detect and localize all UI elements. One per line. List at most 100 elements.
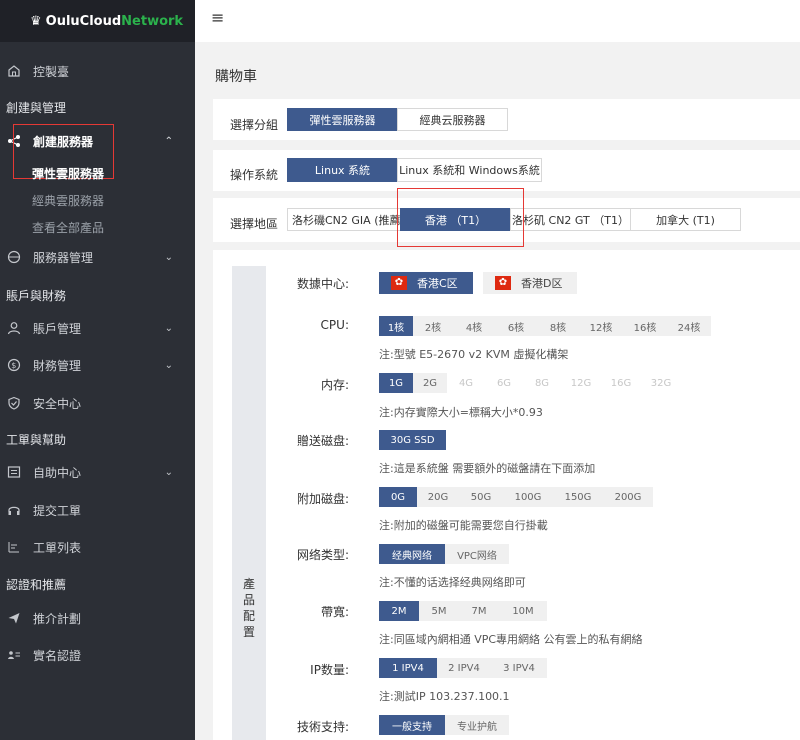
- menu-icon[interactable]: ≡: [211, 8, 224, 27]
- sidebar-item-label: 安全中心: [33, 396, 82, 411]
- list-icon: [7, 540, 21, 554]
- group-label: 選擇分組: [230, 118, 279, 132]
- memory-option: 6G: [485, 373, 523, 393]
- os-card: 操作系統 Linux 系統 Linux 系統和 Windows系統: [213, 150, 800, 191]
- bandwidth-option[interactable]: 10M: [499, 601, 547, 621]
- datacenter-option-label: 香港C区: [417, 277, 458, 290]
- sidebar-item-label: 控製臺: [33, 64, 70, 79]
- config-panel: 產品配置 数據中心: ✿ 香港C区 ✿ 香港D区 CPU: 1核 2核 4核 6…: [213, 250, 800, 740]
- region-option-la-gia[interactable]: 洛杉磯CN2 GIA (推薦): [287, 208, 401, 231]
- bandwidth-option[interactable]: 2M: [379, 601, 419, 621]
- hongkong-flag-icon: ✿: [495, 276, 511, 290]
- gift-disk-note: 注:這是系統盤 需要額外的磁盤請在下面添加: [379, 462, 596, 475]
- memory-option: 32G: [641, 373, 681, 393]
- extra-disk-note: 注:附加的磁盤可能需要您自行掛載: [379, 519, 548, 532]
- datacenter-option-c[interactable]: ✿ 香港C区: [379, 272, 473, 294]
- bandwidth-label: 帶寬:: [320, 605, 349, 619]
- hongkong-flag-icon: ✿: [391, 276, 407, 290]
- sidebar-item-label: 自助中心: [33, 465, 82, 480]
- crown-icon: ♛: [30, 13, 42, 29]
- memory-note: 注:内存實際大小=標稱大小*0.93: [379, 406, 543, 419]
- group-option-classic[interactable]: 經典云服務器: [397, 108, 508, 131]
- chevron-down-icon: ⌄: [164, 322, 173, 334]
- brand-logo[interactable]: ♛ OuluCloud Network: [0, 0, 195, 42]
- sidebar-subitem-all[interactable]: 查看全部產品: [32, 219, 104, 236]
- logo-text-green: Network: [121, 13, 184, 29]
- extra-disk-option[interactable]: 150G: [553, 487, 603, 507]
- cpu-option[interactable]: 6核: [495, 316, 537, 336]
- sidebar-item-label: 服務器管理: [33, 250, 94, 265]
- ip-note: 注:測試IP 103.237.100.1: [379, 690, 510, 703]
- group-option-elastic[interactable]: 彈性雲服務器: [287, 108, 398, 131]
- datacenter-option-d[interactable]: ✿ 香港D区: [483, 272, 577, 294]
- support-option[interactable]: 一般支持: [379, 715, 445, 735]
- sidebar-item-security[interactable]: 安全中心: [0, 394, 195, 412]
- memory-option[interactable]: 2G: [413, 373, 447, 393]
- cpu-option[interactable]: 1核: [379, 316, 413, 336]
- ip-option[interactable]: 2 IPV4: [437, 658, 491, 678]
- memory-option: 12G: [561, 373, 601, 393]
- globe-icon: [7, 250, 21, 264]
- memory-selector: 1G 2G 4G 6G 8G 12G 16G 32G: [379, 373, 681, 393]
- extra-disk-option[interactable]: 50G: [459, 487, 503, 507]
- chevron-up-icon: ⌃: [164, 135, 173, 147]
- sidebar-item-server-mgmt[interactable]: 服務器管理 ⌄: [0, 248, 195, 266]
- sidebar-section-account: 賬戶與財務: [6, 289, 67, 303]
- cpu-option[interactable]: 24核: [667, 316, 711, 336]
- net-type-selector: 经典网络 VPC网络: [379, 544, 509, 564]
- support-selector: 一般支持 专业护航: [379, 715, 509, 735]
- sidebar-item-finance-mgmt[interactable]: $ 財務管理 ⌄: [0, 356, 195, 374]
- memory-option[interactable]: 1G: [379, 373, 413, 393]
- sidebar-subitem-elastic[interactable]: 彈性雲服務器: [32, 165, 104, 182]
- region-option-la-gt[interactable]: 洛杉矶 CN2 GT （T1）: [510, 208, 631, 231]
- memory-option: 8G: [523, 373, 561, 393]
- support-label: 技術支持:: [296, 720, 349, 734]
- net-type-option[interactable]: VPC网络: [445, 544, 509, 564]
- extra-disk-option[interactable]: 20G: [417, 487, 459, 507]
- ip-option[interactable]: 1 IPV4: [379, 658, 437, 678]
- home-icon: [7, 64, 21, 78]
- bandwidth-option[interactable]: 7M: [459, 601, 499, 621]
- memory-label: 内存:: [320, 378, 349, 392]
- memory-option: 4G: [447, 373, 485, 393]
- net-type-option[interactable]: 经典网络: [379, 544, 445, 564]
- sidebar-item-self-help[interactable]: 自助中心 ⌄: [0, 463, 195, 481]
- cpu-option[interactable]: 2核: [413, 316, 453, 336]
- sidebar-item-ticket-list[interactable]: 工單列表: [0, 538, 195, 556]
- main-content: 購物車 選擇分組 彈性雲服務器 經典云服務器 操作系統 Linux 系統 Lin…: [195, 42, 800, 740]
- sidebar-section-verify: 認證和推薦: [6, 578, 67, 592]
- sidebar-item-realname[interactable]: 實名認證: [0, 646, 195, 664]
- shield-icon: [7, 396, 21, 410]
- cpu-option[interactable]: 8核: [537, 316, 579, 336]
- logo-text-white: OuluCloud: [45, 13, 122, 29]
- chevron-down-icon: ⌄: [164, 251, 173, 263]
- cpu-option[interactable]: 12核: [579, 316, 623, 336]
- topbar: ≡: [195, 0, 800, 42]
- ip-option[interactable]: 3 IPV4: [491, 658, 547, 678]
- user-icon: [7, 321, 21, 335]
- sidebar-item-account-mgmt[interactable]: 賬戶管理 ⌄: [0, 319, 195, 337]
- sidebar-section-ticket: 工單與幫助: [6, 433, 67, 447]
- sidebar-subitem-classic[interactable]: 經典雲服務器: [32, 192, 104, 209]
- sidebar-item-label: 推介計劃: [33, 611, 82, 626]
- extra-disk-option[interactable]: 100G: [503, 487, 553, 507]
- extra-disk-option[interactable]: 200G: [603, 487, 653, 507]
- sidebar-item-submit-ticket[interactable]: 提交工單: [0, 501, 195, 519]
- extra-disk-option[interactable]: 0G: [379, 487, 417, 507]
- support-option[interactable]: 专业护航: [445, 715, 509, 735]
- cpu-option[interactable]: 16核: [623, 316, 667, 336]
- sidebar-section-create: 創建與管理: [6, 101, 67, 115]
- datacenter-label: 数據中心:: [296, 277, 349, 291]
- os-option-linux[interactable]: Linux 系統: [287, 158, 398, 182]
- sidebar-item-label: 工單列表: [33, 540, 82, 555]
- cpu-option[interactable]: 4核: [453, 316, 495, 336]
- ip-selector: 1 IPV4 2 IPV4 3 IPV4: [379, 658, 547, 678]
- gift-disk-option[interactable]: 30G SSD: [379, 430, 446, 450]
- page-title: 購物車: [215, 69, 257, 85]
- sidebar-item-dashboard[interactable]: 控製臺: [0, 62, 195, 80]
- bandwidth-option[interactable]: 5M: [419, 601, 459, 621]
- os-selector: Linux 系統 Linux 系統和 Windows系統: [287, 158, 542, 182]
- os-option-linux-windows[interactable]: Linux 系統和 Windows系統: [397, 158, 542, 182]
- region-option-canada[interactable]: 加拿大 (T1): [630, 208, 741, 231]
- sidebar-item-referral[interactable]: 推介計劃: [0, 609, 195, 627]
